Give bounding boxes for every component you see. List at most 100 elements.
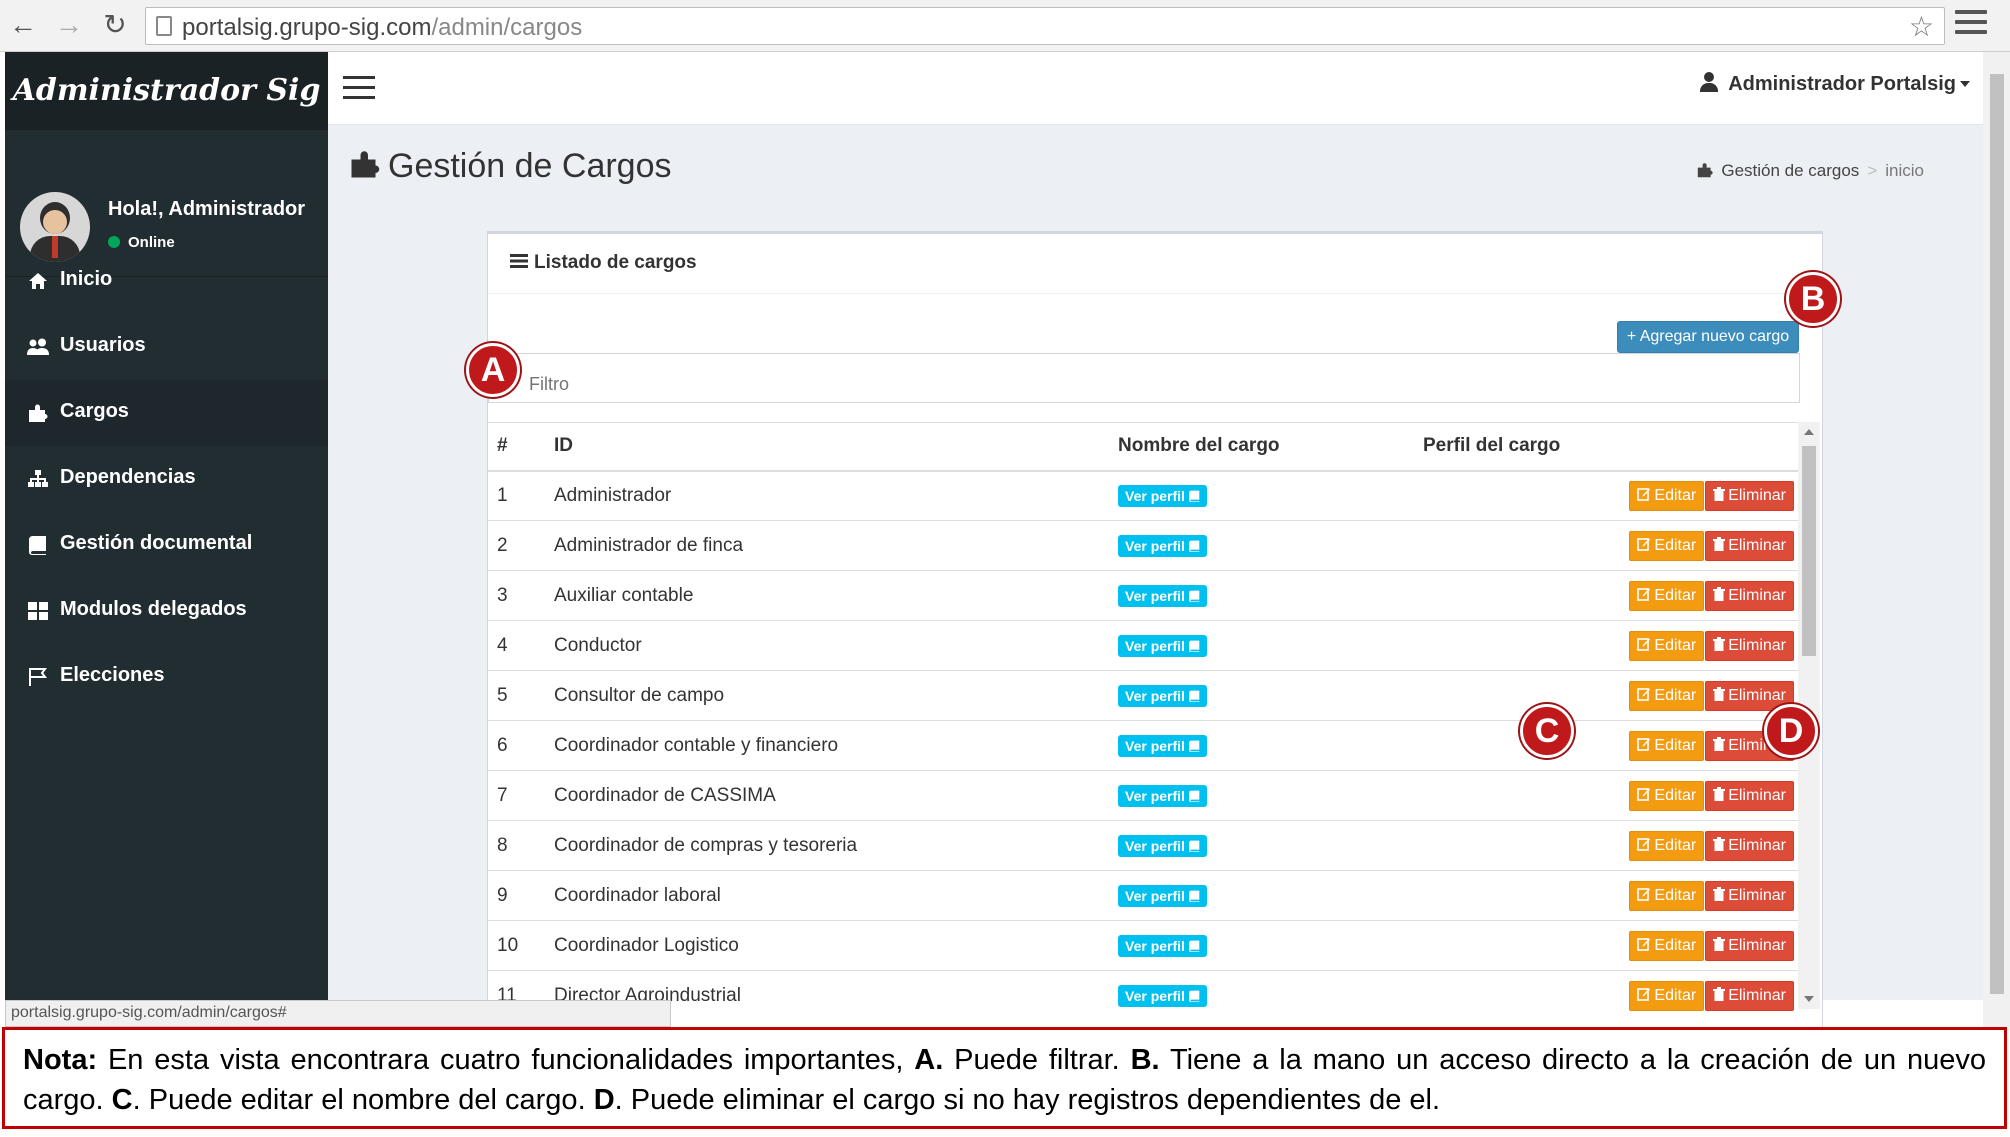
filter-input[interactable] — [488, 353, 1800, 403]
ver-perfil-button[interactable]: Ver perfil — [1118, 634, 1207, 657]
puzzle-icon — [350, 149, 380, 179]
row-profile-cell: Ver perfil — [1118, 670, 1423, 721]
ver-perfil-button[interactable]: Ver perfil — [1118, 534, 1207, 557]
scroll-thumb[interactable] — [1802, 446, 1816, 656]
ver-perfil-button[interactable]: Ver perfil — [1118, 484, 1207, 507]
edit-button[interactable]: Editar — [1629, 480, 1705, 511]
sidebar-item-cargos[interactable]: Cargos — [5, 380, 328, 446]
edit-button[interactable]: Editar — [1629, 930, 1705, 961]
row-actions: Editar Eliminar — [1423, 970, 1800, 1021]
sidebar-item-usuarios[interactable]: Usuarios — [5, 314, 328, 380]
address-url: portalsig.grupo-sig.com/admin/cargos — [182, 14, 583, 41]
scroll-up-icon[interactable] — [1804, 429, 1814, 435]
row-id: Auxiliar contable — [554, 570, 1118, 621]
trash-icon — [1713, 686, 1726, 701]
column-header-num[interactable]: # — [488, 422, 554, 472]
grid-icon — [27, 600, 49, 622]
column-header-nombre[interactable]: Nombre del cargo — [1118, 422, 1423, 472]
ver-perfil-button[interactable]: Ver perfil — [1118, 684, 1207, 707]
sidebar-item-modulos-delegados[interactable]: Modulos delegados — [5, 578, 328, 644]
breadcrumb-link[interactable]: Gestión de cargos — [1721, 161, 1859, 180]
edit-button[interactable]: Editar — [1629, 880, 1705, 911]
marker-a: A — [466, 343, 520, 397]
table-row: 11 Director Agroindustrial Ver perfil Edit… — [488, 970, 1800, 1021]
delete-button[interactable]: Eliminar — [1705, 630, 1794, 661]
ver-perfil-button[interactable]: Ver perfil — [1118, 784, 1207, 807]
delete-button[interactable]: Eliminar — [1705, 880, 1794, 911]
page-scrollbar[interactable] — [1983, 52, 2010, 1027]
sidebar-toggle-icon[interactable] — [343, 76, 375, 100]
row-number: 3 — [488, 570, 554, 621]
ver-perfil-button[interactable]: Ver perfil — [1118, 984, 1207, 1007]
bookmark-star-icon[interactable]: ☆ — [1909, 10, 1934, 43]
table-container: # ID Nombre del cargo Perfil del cargo 1… — [488, 422, 1822, 1117]
edit-button[interactable]: Editar — [1629, 780, 1705, 811]
row-id: Coordinador de compras y tesoreria — [554, 820, 1118, 871]
home-icon — [27, 270, 49, 292]
trash-icon — [1713, 836, 1726, 851]
forward-arrow-icon[interactable]: → — [52, 8, 86, 42]
delete-button[interactable]: Eliminar — [1705, 930, 1794, 961]
delete-button[interactable]: Eliminar — [1705, 830, 1794, 861]
row-actions: Editar Eliminar — [1423, 920, 1800, 971]
row-number: 8 — [488, 820, 554, 871]
ver-perfil-button[interactable]: Ver perfil — [1118, 934, 1207, 957]
brand-logo[interactable]: Administrador Sig — [5, 52, 328, 130]
edit-button[interactable]: Editar — [1629, 530, 1705, 561]
trash-icon — [1713, 886, 1726, 901]
row-actions: Editar Eliminar — [1423, 870, 1800, 921]
edit-icon — [1637, 487, 1651, 501]
browser-menu-icon[interactable] — [1955, 10, 1987, 40]
book-icon — [1188, 990, 1200, 1002]
book-icon — [1188, 690, 1200, 702]
edit-button[interactable]: Editar — [1629, 980, 1705, 1011]
edit-button[interactable]: Editar — [1629, 580, 1705, 611]
delete-button[interactable]: Eliminar — [1705, 580, 1794, 611]
row-profile-cell: Ver perfil — [1118, 970, 1423, 1021]
row-id: Coordinador contable y financiero — [554, 720, 1118, 771]
book-icon — [1188, 740, 1200, 752]
reload-icon[interactable]: ↻ — [98, 8, 132, 42]
online-dot-icon — [108, 236, 120, 248]
marker-d: D — [1764, 704, 1818, 758]
caret-down-icon — [1960, 81, 1970, 87]
edit-button[interactable]: Editar — [1629, 730, 1705, 761]
ver-perfil-button[interactable]: Ver perfil — [1118, 734, 1207, 757]
book-icon — [1188, 590, 1200, 602]
edit-button[interactable]: Editar — [1629, 680, 1705, 711]
delete-button[interactable]: Eliminar — [1705, 480, 1794, 511]
delete-button[interactable]: Eliminar — [1705, 780, 1794, 811]
delete-button[interactable]: Eliminar — [1705, 980, 1794, 1011]
marker-c: C — [1520, 704, 1574, 758]
account-menu[interactable]: Administrador Portalsig — [1700, 72, 1970, 96]
back-arrow-icon[interactable]: ← — [6, 8, 40, 42]
scroll-down-icon[interactable] — [1804, 996, 1814, 1002]
marker-b: B — [1786, 272, 1840, 326]
address-bar[interactable]: portalsig.grupo-sig.com/admin/cargos ☆ — [145, 7, 1945, 45]
ver-perfil-button[interactable]: Ver perfil — [1118, 884, 1207, 907]
list-icon — [510, 254, 528, 268]
book-icon — [1188, 490, 1200, 502]
column-header-id[interactable]: ID — [554, 422, 1118, 472]
list-box: Listado de cargos + Agregar nuevo cargo … — [487, 231, 1823, 1116]
table-row: 7 Coordinador de CASSIMA Ver perfil Editar… — [488, 770, 1800, 821]
table-header-row: # ID Nombre del cargo Perfil del cargo — [488, 422, 1800, 472]
sidebar-item-elecciones[interactable]: Elecciones — [5, 644, 328, 710]
delete-button[interactable]: Eliminar — [1705, 530, 1794, 561]
row-id: Coordinador laboral — [554, 870, 1118, 921]
ver-perfil-button[interactable]: Ver perfil — [1118, 834, 1207, 857]
sidebar-item-inicio[interactable]: Inicio — [5, 248, 328, 314]
column-header-perfil[interactable]: Perfil del cargo — [1423, 422, 1800, 472]
screenshot-root: ← → ↻ portalsig.grupo-sig.com/admin/carg… — [0, 0, 2010, 1137]
row-profile-cell: Ver perfil — [1118, 820, 1423, 871]
book-icon — [1188, 890, 1200, 902]
sidebar-item-gestion-documental[interactable]: Gestión documental — [5, 512, 328, 578]
top-navbar: Administrador Portalsig — [328, 52, 1983, 125]
ver-perfil-button[interactable]: Ver perfil — [1118, 584, 1207, 607]
edit-button[interactable]: Editar — [1629, 830, 1705, 861]
row-number: 10 — [488, 920, 554, 971]
page-scroll-thumb[interactable] — [1990, 74, 2004, 994]
edit-button[interactable]: Editar — [1629, 630, 1705, 661]
sidebar-item-dependencias[interactable]: Dependencias — [5, 446, 328, 512]
add-cargo-button[interactable]: + Agregar nuevo cargo — [1617, 321, 1799, 353]
